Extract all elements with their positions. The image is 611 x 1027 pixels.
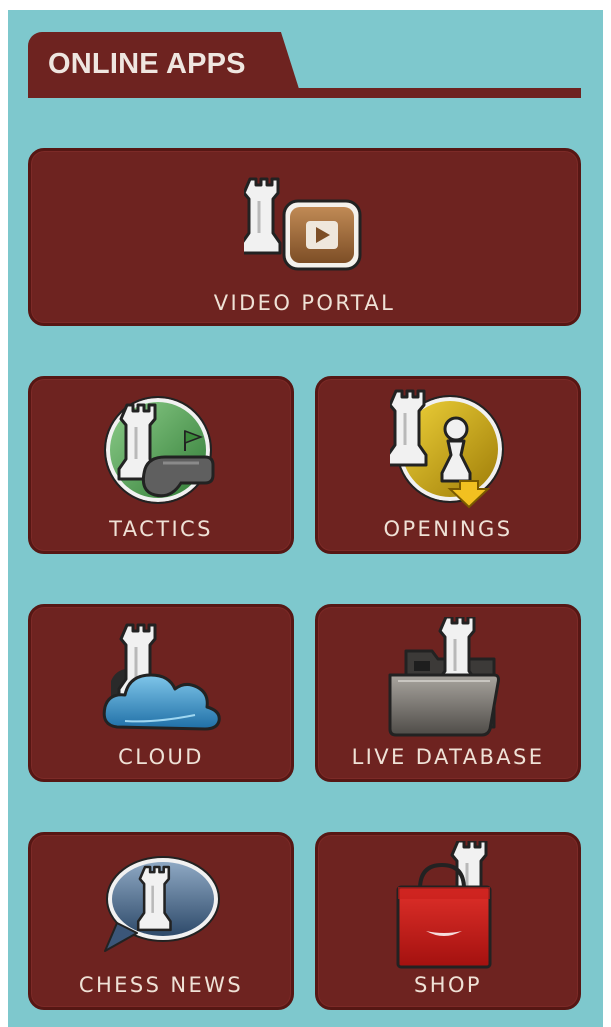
openings-label: OPENINGS <box>383 517 513 541</box>
rook-whistle-icon <box>104 396 215 504</box>
online-apps-panel: ONLINE APPS VIDEO PORTAL TACTICS OPENING… <box>8 10 603 1027</box>
cloud-button[interactable]: CLOUD <box>28 604 294 782</box>
shop-button[interactable]: SHOP <box>315 832 581 1010</box>
rook-pawn-arrow-icon <box>390 389 504 509</box>
live-database-label: LIVE DATABASE <box>351 745 545 769</box>
rook-folder-icon <box>388 617 500 737</box>
video-portal-button[interactable]: VIDEO PORTAL <box>28 148 581 326</box>
shop-label: SHOP <box>414 973 482 997</box>
live-database-button[interactable]: LIVE DATABASE <box>315 604 581 782</box>
rook-shopping-bag-icon <box>396 841 492 969</box>
panel-header: ONLINE APPS <box>28 32 581 100</box>
chess-news-label: CHESS NEWS <box>78 973 244 997</box>
rook-speech-bubble-icon <box>104 856 220 952</box>
cloud-label: CLOUD <box>118 745 204 769</box>
panel-title: ONLINE APPS <box>48 48 246 80</box>
video-portal-label: VIDEO PORTAL <box>213 291 396 315</box>
chess-news-button[interactable]: CHESS NEWS <box>28 832 294 1010</box>
rook-cloud-icon <box>102 623 221 731</box>
tactics-button[interactable]: TACTICS <box>28 376 294 554</box>
openings-button[interactable]: OPENINGS <box>315 376 581 554</box>
rook-video-play-icon <box>244 177 362 271</box>
tactics-label: TACTICS <box>109 517 213 541</box>
header-underline <box>28 88 581 98</box>
